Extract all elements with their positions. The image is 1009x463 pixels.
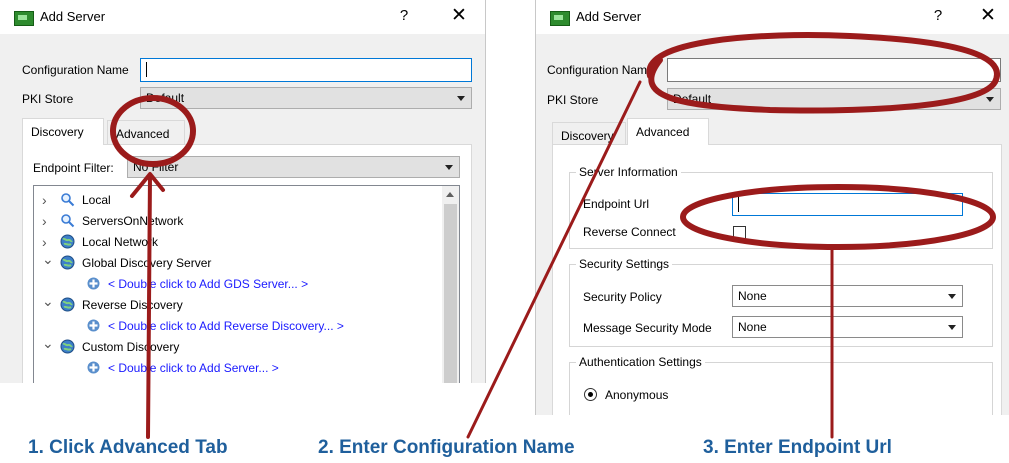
annotation-circle-config-name (646, 32, 1000, 114)
annotation-step3: 3. Enter Endpoint Url (703, 437, 892, 458)
annotation-overlay (110, 32, 1000, 439)
tab-discovery[interactable]: Discovery (22, 118, 104, 145)
annotation-circle-endpoint-url (680, 184, 996, 250)
tab-discovery-label: Discovery (31, 125, 84, 139)
annotation-circle-advanced-tab (110, 95, 196, 167)
tab-advanced-label: Advanced (636, 125, 690, 139)
annotation-step1: 1. Click Advanced Tab (28, 437, 228, 458)
annotation-arrow-step1 (130, 172, 165, 439)
annotation-line-step2 (466, 80, 642, 439)
tab-advanced[interactable]: Advanced (627, 118, 709, 145)
annotation-step2: 2. Enter Configuration Name (318, 437, 575, 458)
